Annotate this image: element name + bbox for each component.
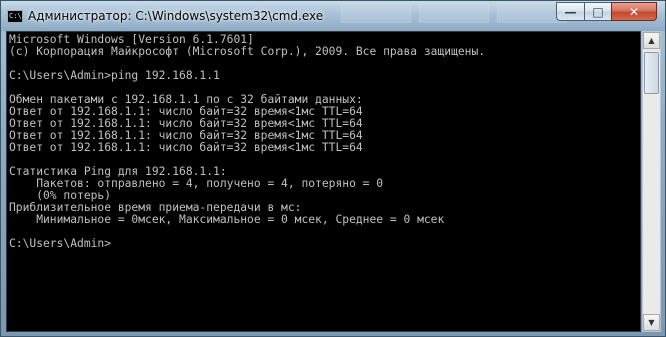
- window-title: Администратор: C:\Windows\system32\cmd.e…: [28, 9, 324, 23]
- title-bar[interactable]: C:\ Администратор: C:\Windows\system32\c…: [1, 1, 665, 31]
- scroll-down-button[interactable]: ▼: [643, 314, 660, 331]
- minimize-button[interactable]: —: [556, 2, 584, 21]
- close-button[interactable]: ✕: [611, 2, 657, 21]
- console-line: C:\Users\Admin>ping 192.168.1.1: [9, 69, 220, 82]
- console-line: Минимальное = 0мсек, Максимальное = 0 мс…: [9, 213, 445, 226]
- console-line: Ответ от 192.168.1.1: число байт=32 врем…: [9, 141, 363, 154]
- background-taskbar-ghost: [341, 3, 571, 25]
- vertical-scrollbar[interactable]: ▲ ▼: [642, 31, 661, 332]
- arrow-up-icon: ▲: [648, 36, 655, 45]
- arrow-down-icon: ▼: [648, 318, 655, 327]
- scroll-up-button[interactable]: ▲: [643, 32, 660, 49]
- maximize-button[interactable]: □: [584, 2, 611, 21]
- close-icon: ✕: [628, 4, 640, 19]
- cmd-app-icon[interactable]: C:\: [7, 10, 23, 23]
- console-line: C:\Users\Admin>: [9, 237, 112, 250]
- minimize-icon: —: [564, 4, 577, 19]
- caption-buttons: — □ ✕: [556, 2, 657, 22]
- console-text: Microsoft Windows [Version 6.1.7601] (c) …: [9, 34, 485, 250]
- cmd-window: C:\ Администратор: C:\Windows\system32\c…: [0, 0, 666, 337]
- ghost-tab: [341, 3, 411, 23]
- ghost-tab: [419, 3, 489, 23]
- scrollbar-thumb[interactable]: [644, 52, 659, 94]
- console-output-area[interactable]: Microsoft Windows [Version 6.1.7601] (c) …: [6, 31, 641, 332]
- maximize-icon: □: [592, 4, 604, 19]
- console-line: (c) Корпорация Майкрософт (Microsoft Cor…: [9, 45, 486, 58]
